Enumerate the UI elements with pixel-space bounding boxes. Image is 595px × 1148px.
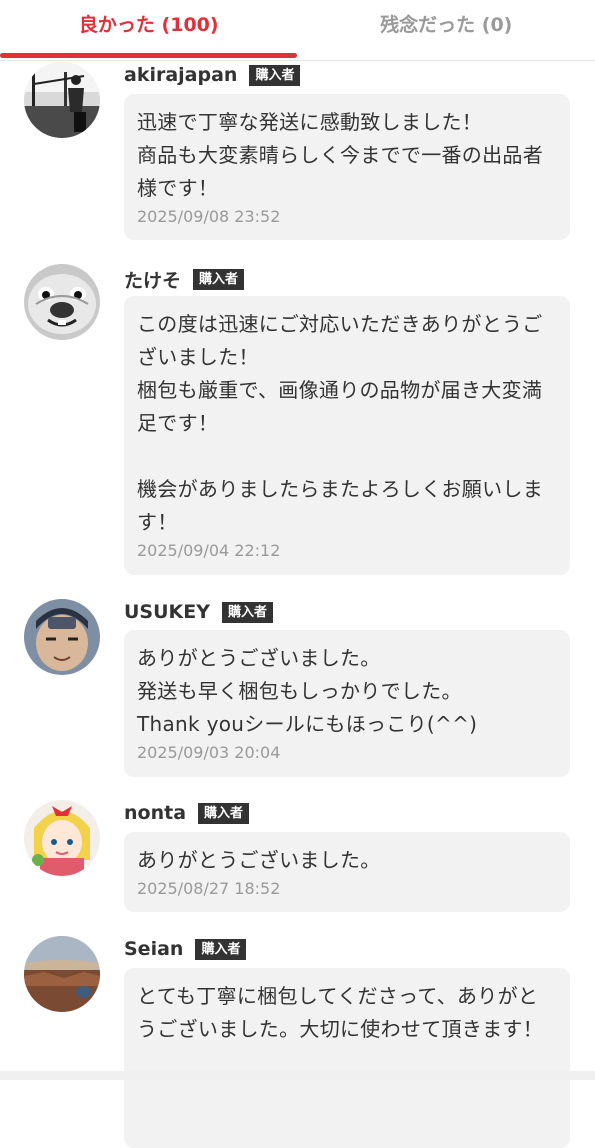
review-header: USUKEY 購入者 (124, 601, 273, 623)
comment-text: ありがとうございました。 発送も早く梱包もしっかりでした。 Thank youシ… (137, 642, 556, 741)
username[interactable]: Seian (124, 938, 183, 960)
username[interactable]: nonta (124, 802, 186, 824)
review-header: たけそ 購入者 (124, 266, 244, 293)
avatar[interactable] (24, 936, 100, 1012)
active-tab-indicator (0, 53, 297, 58)
comment-bubble: ありがとうございました。 発送も早く梱包もしっかりでした。 Thank youシ… (124, 630, 570, 777)
comment-bubble: この度は迅速にご対応いただきありがとうございました！ 梱包も厳重で、画像通りの品… (124, 296, 570, 575)
review-header: nonta 購入者 (124, 802, 249, 824)
review-date: 2025/09/03 20:04 (137, 743, 556, 762)
review-date: 2025/09/04 22:12 (137, 541, 556, 560)
username[interactable]: たけそ (124, 266, 181, 293)
review-date: 2025/08/27 18:52 (137, 879, 556, 898)
tab-bad[interactable]: 残念だった (0) (298, 0, 595, 60)
avatar[interactable] (24, 800, 100, 876)
bottom-bar (0, 1071, 595, 1080)
comment-bubble: ありがとうございました。 2025/08/27 18:52 (124, 832, 570, 912)
review-header: akirajapan 購入者 (124, 64, 300, 86)
avatar[interactable] (24, 62, 100, 138)
tab-good-label: 良かった (100) (79, 10, 219, 37)
buyer-badge: 購入者 (195, 939, 246, 960)
tab-bad-label: 残念だった (0) (380, 10, 512, 37)
tab-good[interactable]: 良かった (100) (0, 0, 298, 60)
buyer-badge: 購入者 (249, 65, 300, 86)
buyer-badge: 購入者 (222, 602, 273, 623)
review-tabs: 良かった (100) 残念だった (0) (0, 0, 595, 61)
comment-text: ありがとうございました。 (137, 844, 556, 877)
comment-text: 迅速で丁寧な発送に感動致しました！ 商品も大変素晴らしく今までで一番の出品者様で… (137, 106, 556, 205)
avatar[interactable] (24, 264, 100, 340)
comment-bubble: 迅速で丁寧な発送に感動致しました！ 商品も大変素晴らしく今までで一番の出品者様で… (124, 94, 570, 240)
comment-text: この度は迅速にご対応いただきありがとうございました！ 梱包も厳重で、画像通りの品… (137, 308, 556, 539)
username[interactable]: USUKEY (124, 601, 210, 623)
comment-text: とても丁寧に梱包してくださって、ありがとうございました。大切に使わせて頂きます！ (137, 980, 556, 1046)
comment-bubble: とても丁寧に梱包してくださって、ありがとうございました。大切に使わせて頂きます！ (124, 968, 570, 1148)
buyer-badge: 購入者 (193, 269, 244, 290)
review-header: Seian 購入者 (124, 938, 246, 960)
review-date: 2025/09/08 23:52 (137, 207, 556, 226)
avatar[interactable] (24, 599, 100, 675)
username[interactable]: akirajapan (124, 64, 237, 86)
buyer-badge: 購入者 (198, 803, 249, 824)
